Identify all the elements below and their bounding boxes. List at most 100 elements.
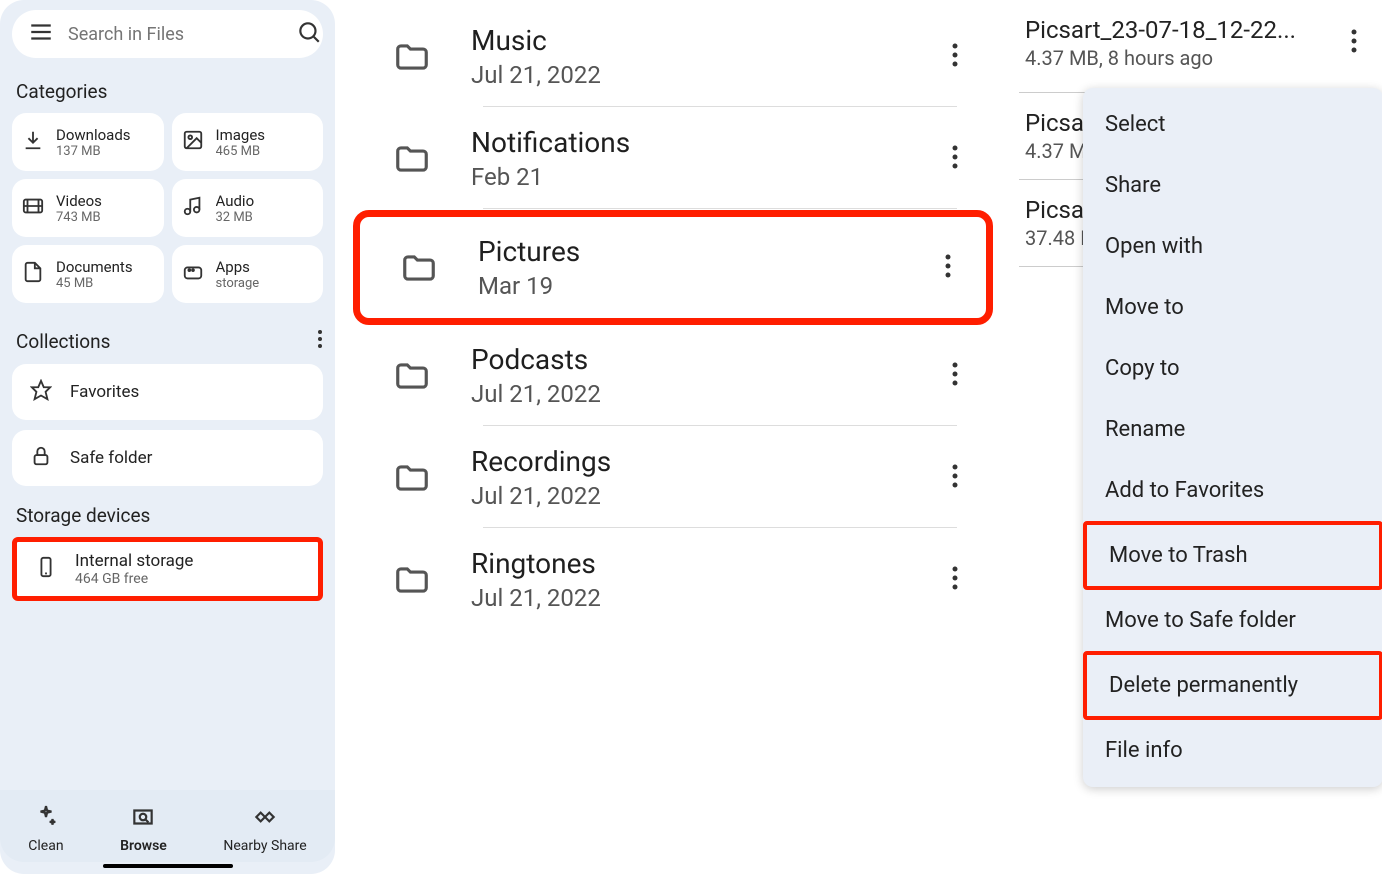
folder-icon: [377, 38, 447, 76]
nav-clean-label: Clean: [28, 838, 63, 854]
sidebar-panel: Categories Downloads137 MB Images465 MB …: [0, 0, 335, 874]
menu-share[interactable]: Share: [1083, 155, 1382, 216]
nav-browse-label: Browse: [120, 838, 167, 854]
folder-icon: [384, 249, 454, 287]
more-icon[interactable]: [1340, 18, 1368, 68]
context-menu: Select Share Open with Move to Copy to R…: [1083, 88, 1382, 787]
audio-icon: [182, 195, 204, 221]
safe-folder-label: Safe folder: [70, 448, 152, 468]
download-icon: [22, 129, 44, 155]
category-size: 32 MB: [216, 210, 255, 225]
lock-icon: [30, 445, 52, 472]
internal-storage-item[interactable]: Internal storage 464 GB free: [12, 537, 323, 601]
folder-list-panel: MusicJul 21, 2022 Notifications Feb 21 Pi…: [353, 0, 993, 874]
nearby-icon: [252, 804, 278, 834]
file-meta: 4.37 MB, 8 hours ago: [1025, 46, 1340, 70]
nav-nearby[interactable]: Nearby Share: [223, 804, 306, 854]
category-size: 137 MB: [56, 144, 131, 159]
collections-heading: Collections: [16, 329, 323, 354]
apps-icon: [182, 261, 204, 287]
menu-icon[interactable]: [28, 19, 54, 49]
home-indicator: [103, 864, 233, 868]
file-title: Picsart_23-07-18_12-22...: [1025, 16, 1340, 44]
menu-file-info[interactable]: File info: [1083, 720, 1382, 781]
favorites-label: Favorites: [70, 382, 139, 402]
menu-open-with[interactable]: Open with: [1083, 216, 1382, 277]
menu-delete-permanently[interactable]: Delete permanently: [1083, 651, 1382, 720]
menu-add-favorites[interactable]: Add to Favorites: [1083, 460, 1382, 521]
search-icon[interactable]: [296, 19, 322, 49]
category-label: Documents: [56, 258, 133, 276]
folder-name: Pictures: [478, 235, 934, 268]
star-icon: [30, 379, 52, 406]
search-bar[interactable]: [12, 10, 323, 58]
category-label: Videos: [56, 192, 102, 210]
nav-browse[interactable]: Browse: [120, 804, 167, 854]
folder-ringtones[interactable]: Ringtones Jul 21, 2022: [353, 529, 993, 631]
storage-heading: Storage devices: [16, 504, 323, 527]
phone-icon: [35, 556, 57, 582]
folder-podcasts[interactable]: Podcasts Jul 21, 2022: [353, 325, 993, 427]
menu-rename[interactable]: Rename: [1083, 399, 1382, 460]
category-videos[interactable]: Videos743 MB: [12, 179, 164, 237]
folder-music[interactable]: MusicJul 21, 2022: [353, 6, 993, 108]
sparkle-icon: [33, 804, 59, 834]
categories-grid: Downloads137 MB Images465 MB Videos743 M…: [12, 113, 323, 303]
folder-name: Notifications: [471, 126, 941, 159]
folder-icon: [377, 459, 447, 497]
menu-select[interactable]: Select: [1083, 94, 1382, 155]
more-icon[interactable]: [317, 329, 323, 354]
folder-pictures[interactable]: Pictures Mar 19: [353, 210, 993, 325]
folder-date: Jul 21, 2022: [471, 584, 941, 612]
more-icon[interactable]: [941, 453, 969, 503]
folder-name: Podcasts: [471, 343, 941, 376]
storage-label: Internal storage: [75, 551, 193, 571]
category-label: Downloads: [56, 126, 131, 144]
menu-move-to-safe[interactable]: Move to Safe folder: [1083, 590, 1382, 651]
browse-icon: [130, 804, 156, 834]
category-size: storage: [216, 276, 260, 291]
more-icon[interactable]: [941, 32, 969, 82]
folder-recordings[interactable]: Recordings Jul 21, 2022: [353, 427, 993, 529]
more-icon[interactable]: [934, 243, 962, 293]
category-size: 465 MB: [216, 144, 266, 159]
bottom-nav: Clean Browse Nearby Share: [0, 790, 335, 862]
categories-heading: Categories: [16, 80, 323, 103]
nav-nearby-label: Nearby Share: [223, 838, 306, 854]
safe-folder-item[interactable]: Safe folder: [12, 430, 323, 486]
category-apps[interactable]: Appsstorage: [172, 245, 324, 303]
category-label: Apps: [216, 258, 260, 276]
folder-icon: [377, 561, 447, 599]
folder-date: Jul 21, 2022: [471, 61, 941, 89]
menu-move-to-trash[interactable]: Move to Trash: [1083, 521, 1382, 590]
favorites-item[interactable]: Favorites: [12, 364, 323, 420]
category-label: Images: [216, 126, 266, 144]
search-input[interactable]: [68, 24, 296, 45]
folder-name: Ringtones: [471, 547, 941, 580]
video-icon: [22, 195, 44, 221]
category-label: Audio: [216, 192, 255, 210]
file-header: Picsart_23-07-18_12-22... 4.37 MB, 8 hou…: [1019, 10, 1374, 93]
category-size: 743 MB: [56, 210, 102, 225]
folder-icon: [377, 140, 447, 178]
folder-date: Feb 21: [471, 163, 941, 191]
folder-notifications[interactable]: Notifications Feb 21: [353, 108, 993, 210]
folder-name: Recordings: [471, 445, 941, 478]
category-images[interactable]: Images465 MB: [172, 113, 324, 171]
menu-copy-to[interactable]: Copy to: [1083, 338, 1382, 399]
more-icon[interactable]: [941, 134, 969, 184]
folder-date: Jul 21, 2022: [471, 380, 941, 408]
category-downloads[interactable]: Downloads137 MB: [12, 113, 164, 171]
menu-move-to[interactable]: Move to: [1083, 277, 1382, 338]
category-size: 45 MB: [56, 276, 133, 291]
more-icon[interactable]: [941, 351, 969, 401]
category-audio[interactable]: Audio32 MB: [172, 179, 324, 237]
category-documents[interactable]: Documents45 MB: [12, 245, 164, 303]
folder-date: Jul 21, 2022: [471, 482, 941, 510]
storage-free: 464 GB free: [75, 571, 193, 587]
collections-label: Collections: [16, 330, 110, 353]
folder-icon: [377, 357, 447, 395]
folder-date: Mar 19: [478, 272, 934, 300]
more-icon[interactable]: [941, 555, 969, 605]
nav-clean[interactable]: Clean: [28, 804, 63, 854]
